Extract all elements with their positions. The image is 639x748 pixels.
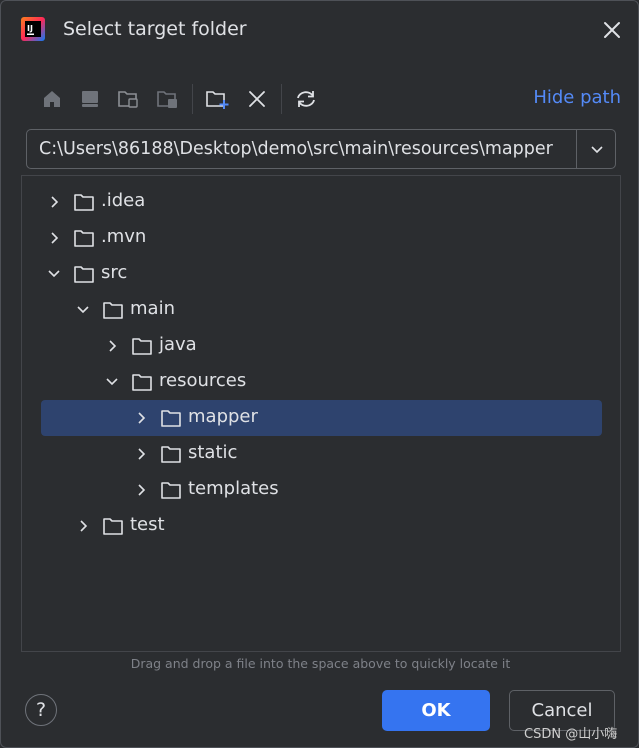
tree-item-mapper[interactable]: mapper (41, 400, 602, 436)
folder-icon (132, 338, 152, 355)
path-history-dropdown[interactable] (576, 130, 616, 168)
folder-icon (74, 230, 94, 247)
drag-drop-hint: Drag and drop a file into the space abov… (130, 656, 511, 671)
intellij-logo-icon: IJ (21, 17, 45, 41)
refresh-button[interactable] (291, 83, 321, 115)
new-folder-button[interactable] (203, 83, 233, 115)
path-combobox (26, 129, 616, 169)
tree-item-src[interactable]: src (41, 256, 602, 292)
folder-icon (74, 194, 94, 211)
chevron-down-icon (590, 146, 603, 154)
tree-item-label: src (101, 262, 128, 283)
tree-item-resources[interactable]: resources (41, 364, 602, 400)
ok-button[interactable]: OK (382, 690, 490, 731)
folder-icon (103, 518, 123, 535)
path-input[interactable] (27, 130, 575, 168)
toolbar-separator (192, 84, 193, 114)
chevron-right-icon[interactable] (75, 518, 91, 534)
tree-item-static[interactable]: static (41, 436, 602, 472)
chevron-right-icon[interactable] (133, 446, 149, 462)
watermark: CSDN @山小嗨 (524, 727, 618, 742)
svg-text:IJ: IJ (27, 24, 33, 33)
chevron-down-icon[interactable] (104, 374, 120, 390)
tree-item-label: mapper (188, 406, 258, 427)
tree-item-label: java (159, 334, 197, 355)
hide-path-link[interactable]: Hide path (533, 87, 621, 108)
desktop-button[interactable] (75, 83, 105, 115)
chevron-right-icon[interactable] (104, 338, 120, 354)
tree-item-dot-mvn[interactable]: .mvn (41, 220, 602, 256)
chevron-right-icon[interactable] (133, 410, 149, 426)
tree-item-label: .idea (101, 190, 146, 211)
help-button[interactable]: ? (25, 694, 57, 726)
chevron-right-icon[interactable] (46, 194, 62, 210)
tree-item-dot-idea[interactable]: .idea (41, 184, 602, 220)
toolbar-separator (281, 84, 282, 114)
delete-icon (249, 91, 265, 107)
tree-item-java[interactable]: java (41, 328, 602, 364)
folder-icon (161, 482, 181, 499)
tree-item-label: templates (188, 478, 279, 499)
folder-icon (161, 446, 181, 463)
tree-item-label: static (188, 442, 238, 463)
chevron-right-icon[interactable] (133, 482, 149, 498)
folder-tree: .idea .mvn src main java resources mapper stati… (21, 175, 621, 652)
chevron-right-icon[interactable] (46, 230, 62, 246)
chevron-down-icon[interactable] (46, 266, 62, 282)
tree-item-main[interactable]: main (41, 292, 602, 328)
desktop-icon (82, 91, 98, 107)
tree-item-label: test (130, 514, 165, 535)
folder-icon (103, 302, 123, 319)
module-folder-button[interactable] (153, 83, 183, 115)
select-folder-dialog: IJ Select target folder Hide path C:\Use… (0, 0, 639, 748)
home-icon (44, 91, 60, 107)
close-icon[interactable] (599, 17, 625, 43)
project-folder-button[interactable] (114, 83, 144, 115)
tree-item-label: resources (159, 370, 247, 391)
tree-item-label: .mvn (101, 226, 147, 247)
new-folder-icon (206, 91, 229, 109)
delete-button[interactable] (242, 83, 272, 115)
tree-item-label: main (130, 298, 175, 319)
chevron-down-icon[interactable] (75, 302, 91, 318)
folder-icon (74, 266, 94, 283)
folder-icon (132, 374, 152, 391)
module-folder-icon (157, 91, 177, 108)
home-button[interactable] (37, 83, 67, 115)
tree-item-templates[interactable]: templates (41, 472, 602, 508)
toolbar: Hide path (35, 83, 621, 115)
project-folder-icon (118, 91, 138, 108)
tree-item-test[interactable]: test (41, 508, 602, 544)
folder-icon (161, 410, 181, 427)
title-bar: IJ Select target folder (1, 1, 638, 59)
dialog-title: Select target folder (63, 18, 247, 40)
refresh-icon (297, 91, 315, 107)
